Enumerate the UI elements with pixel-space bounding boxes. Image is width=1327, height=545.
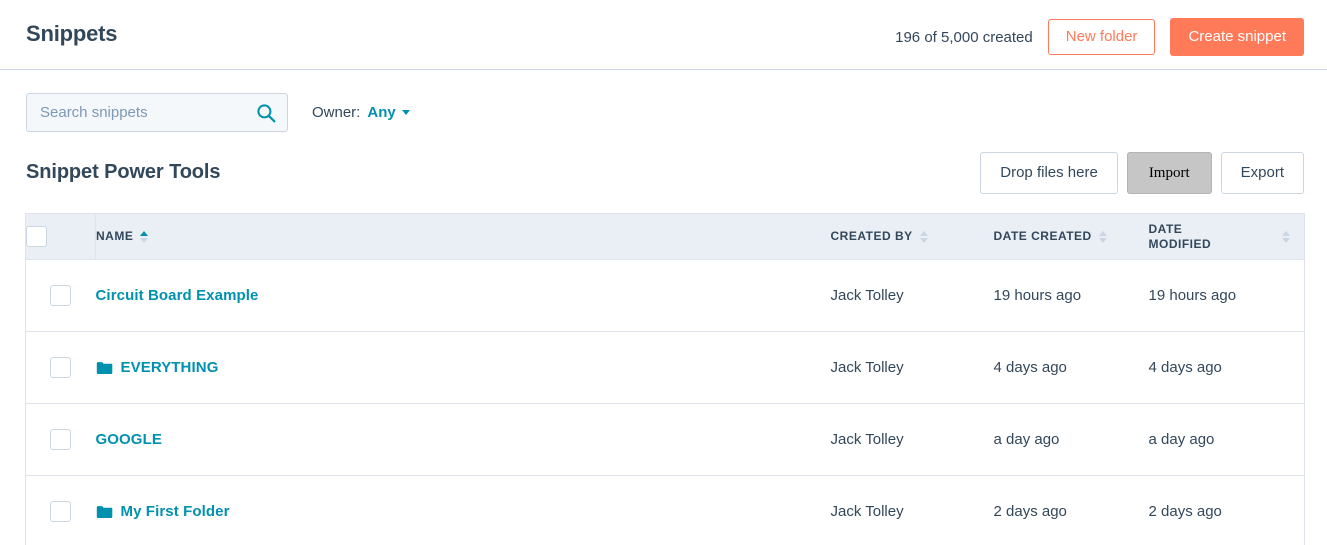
table-head: NAME CREATED BY DATE CREATED DATE MODIFI… [25, 213, 1305, 260]
row-date-created: a day ago [993, 403, 1149, 476]
column-header-date-created-label: DATE CREATED [993, 229, 1092, 243]
header-actions: 196 of 5,000 created New folder Create s… [895, 18, 1304, 56]
table-row[interactable]: GOOGLE Jack Tolley a day ago a day ago [25, 403, 1305, 476]
new-folder-button[interactable]: New folder [1047, 19, 1156, 55]
owner-filter-label: Owner: [312, 104, 361, 121]
row-select-cell [25, 331, 96, 404]
export-button[interactable]: Export [1220, 152, 1304, 194]
row-name-cell: My First Folder [95, 475, 831, 545]
created-count: 196 of 5,000 created [895, 28, 1033, 46]
row-date-modified: 2 days ago [1148, 475, 1305, 545]
row-checkbox[interactable] [50, 501, 72, 522]
row-name-link[interactable]: Circuit Board Example [96, 287, 259, 304]
sort-toggle-name[interactable] [140, 230, 149, 243]
table-row[interactable]: EVERYTHING Jack Tolley 4 days ago 4 days ag… [25, 331, 1305, 404]
section-title: Snippet Power Tools [26, 161, 221, 183]
row-date-created: 2 days ago [993, 475, 1149, 545]
column-header-created-by-label: CREATED BY [830, 229, 913, 243]
table-row[interactable]: Circuit Board Example Jack Tolley 19 hours… [25, 259, 1305, 332]
create-snippet-button[interactable]: Create snippet [1170, 18, 1304, 56]
folder-icon [96, 361, 113, 375]
row-date-modified: 19 hours ago [1148, 259, 1305, 332]
search-icon[interactable] [256, 103, 276, 123]
section-actions: Drop files here Import Export [980, 152, 1304, 194]
column-header-name[interactable]: NAME [95, 213, 831, 260]
row-select-cell [25, 259, 96, 332]
page-header: Snippets 196 of 5,000 created New folder… [0, 0, 1327, 70]
table-row[interactable]: My First Folder Jack Tolley 2 days ago 2 da… [25, 475, 1305, 545]
row-name-link[interactable]: My First Folder [121, 503, 230, 520]
column-header-date-created[interactable]: DATE CREATED [993, 213, 1149, 260]
sort-toggle-created-by[interactable] [919, 230, 928, 243]
import-button[interactable]: Import [1126, 152, 1212, 194]
page-title: Snippets [26, 21, 118, 46]
column-header-created-by[interactable]: CREATED BY [830, 213, 994, 260]
column-header-date-modified[interactable]: DATE MODIFIED [1148, 213, 1305, 260]
select-all-header-cell [25, 213, 96, 260]
row-name-link[interactable]: GOOGLE [96, 431, 162, 448]
row-name-cell: GOOGLE [95, 403, 831, 476]
row-date-created: 19 hours ago [993, 259, 1149, 332]
owner-filter[interactable]: Owner: Any [312, 104, 410, 121]
search-box[interactable] [26, 93, 288, 132]
row-created-by: Jack Tolley [830, 403, 994, 476]
row-created-by: Jack Tolley [830, 475, 994, 545]
snippets-page: Snippets 196 of 5,000 created New folder… [0, 0, 1327, 545]
owner-filter-value[interactable]: Any [367, 104, 410, 121]
row-checkbox[interactable] [50, 357, 72, 378]
row-checkbox[interactable] [50, 429, 72, 450]
drop-files-here-button[interactable]: Drop files here [980, 152, 1118, 194]
row-select-cell [25, 403, 96, 476]
filter-bar: Owner: Any [26, 93, 410, 132]
chevron-down-icon [401, 110, 410, 115]
row-name-cell: Circuit Board Example [95, 259, 831, 332]
table-body: Circuit Board Example Jack Tolley 19 hours… [25, 259, 1305, 545]
row-created-by: Jack Tolley [830, 259, 994, 332]
row-date-modified: a day ago [1148, 403, 1305, 476]
row-date-created: 4 days ago [993, 331, 1149, 404]
select-all-checkbox[interactable] [26, 226, 47, 247]
folder-icon [96, 505, 113, 519]
row-created-by: Jack Tolley [830, 331, 994, 404]
row-checkbox[interactable] [50, 285, 72, 306]
column-header-date-modified-label: DATE MODIFIED [1148, 221, 1212, 251]
row-date-modified: 4 days ago [1148, 331, 1305, 404]
row-name-link[interactable]: EVERYTHING [121, 359, 219, 376]
snippets-table: NAME CREATED BY DATE CREATED DATE MODIFI… [25, 213, 1305, 545]
owner-filter-value-text: Any [367, 104, 396, 121]
snippets-table-wrapper: NAME CREATED BY DATE CREATED DATE MODIFI… [25, 213, 1305, 545]
row-name-cell: EVERYTHING [95, 331, 831, 404]
sort-toggle-date-modified[interactable] [1282, 230, 1290, 243]
row-select-cell [25, 475, 96, 545]
table-header-row: NAME CREATED BY DATE CREATED DATE MODIFI… [25, 213, 1305, 260]
column-header-name-label: NAME [96, 229, 134, 243]
sort-toggle-date-created[interactable] [1098, 230, 1107, 243]
search-input[interactable] [27, 94, 287, 131]
